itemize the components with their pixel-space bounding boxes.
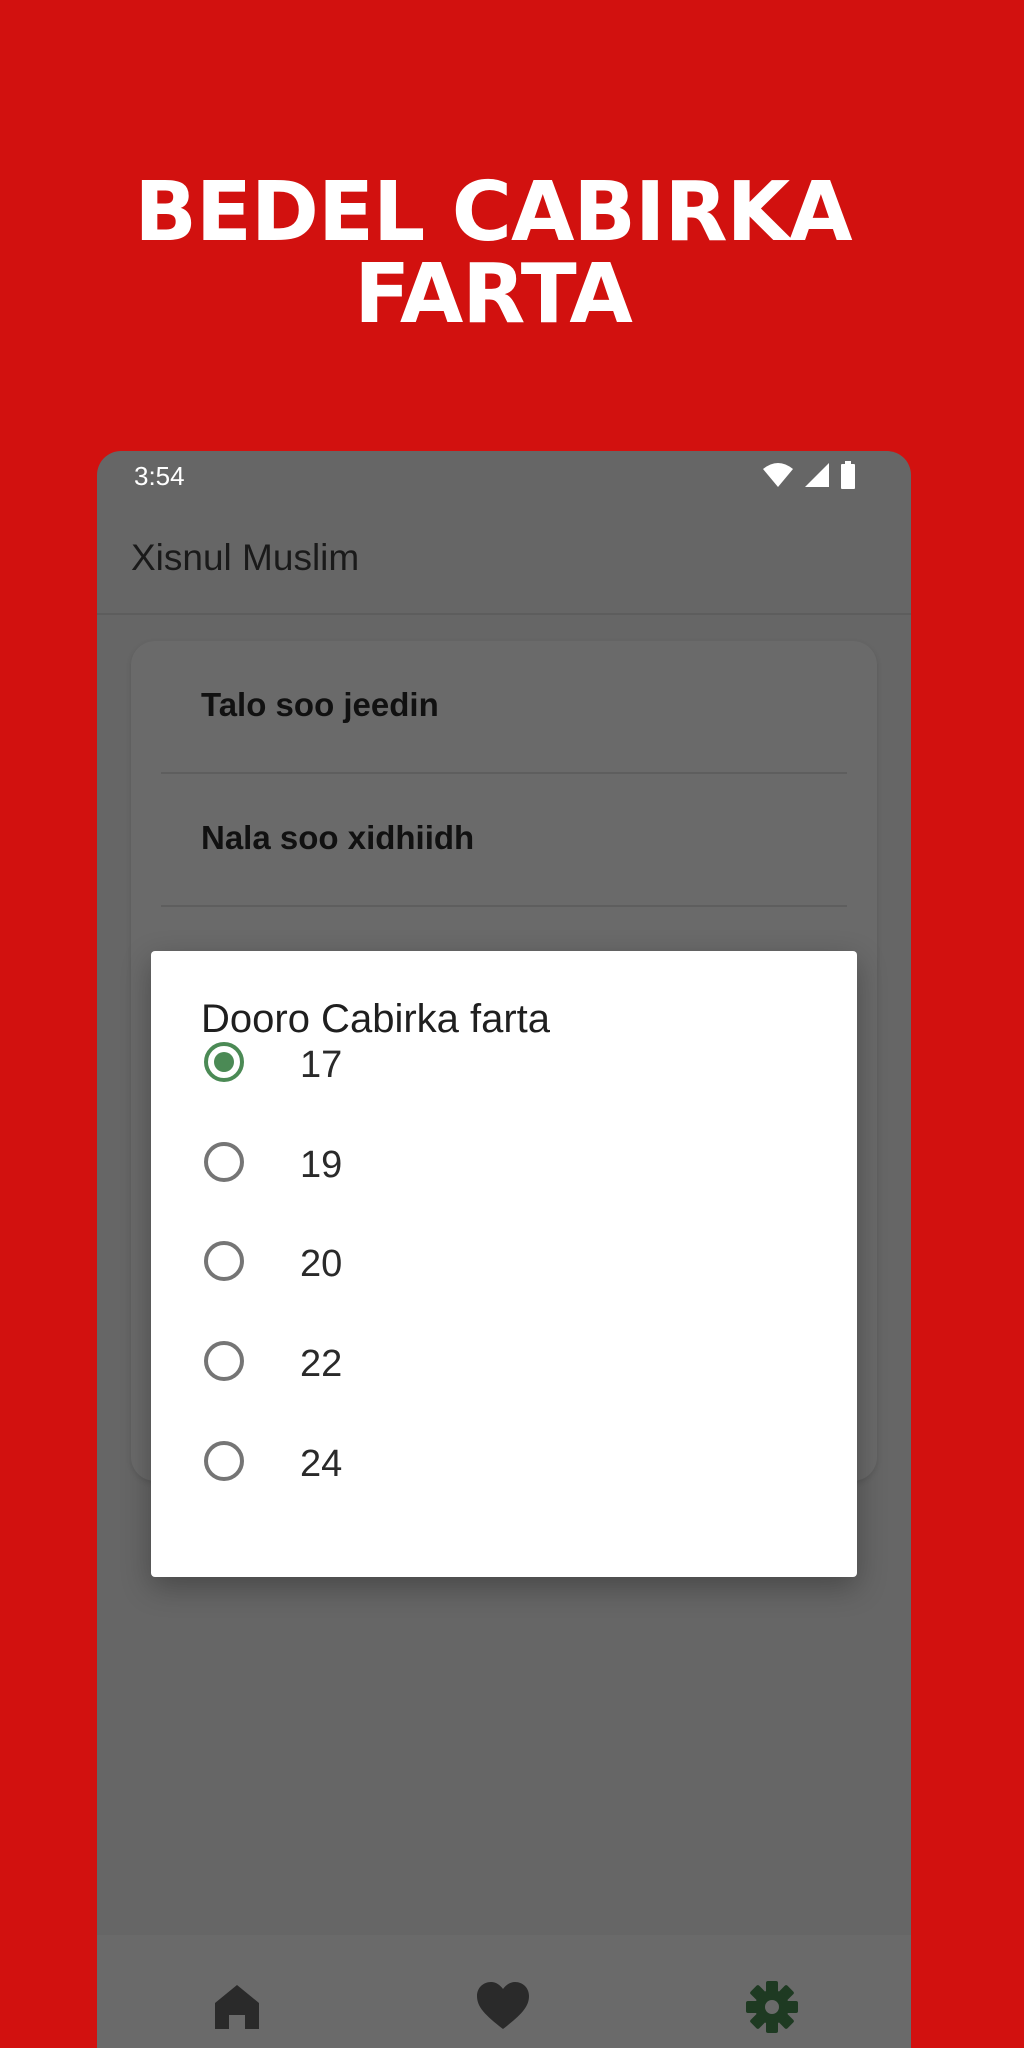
radio-unselected-icon[interactable] bbox=[204, 1142, 244, 1182]
option-label: 22 bbox=[300, 1343, 343, 1385]
app-bar: Xisnul Muslim bbox=[97, 509, 911, 615]
font-size-option-19[interactable]: 19 bbox=[151, 1112, 857, 1212]
home-icon[interactable] bbox=[209, 1979, 265, 2035]
font-size-dialog: Dooro Cabirka farta 17 19 20 22 24 bbox=[151, 951, 857, 1577]
promo-title-line2: FARTA bbox=[354, 247, 633, 342]
battery-icon bbox=[841, 461, 855, 489]
font-size-option-17[interactable]: 17 bbox=[151, 1012, 857, 1112]
app-title: Xisnul Muslim bbox=[131, 537, 360, 578]
font-size-option-24[interactable]: 24 bbox=[151, 1411, 857, 1511]
settings-item-label: Nala soo xidhiidh bbox=[201, 819, 475, 856]
promo-title-line1: BEDEL CABIRKA bbox=[134, 165, 852, 260]
heart-icon[interactable] bbox=[475, 1979, 531, 2035]
gear-icon[interactable] bbox=[744, 1979, 800, 2035]
radio-selected-icon[interactable] bbox=[204, 1042, 244, 1082]
status-icons bbox=[762, 461, 856, 489]
option-label: 20 bbox=[300, 1243, 343, 1285]
wifi-icon bbox=[763, 463, 793, 487]
status-bar: 3:54 bbox=[97, 451, 911, 501]
settings-item-feedback[interactable]: Talo soo jeedin bbox=[161, 641, 847, 774]
bottom-nav bbox=[97, 1935, 911, 2048]
radio-unselected-icon[interactable] bbox=[204, 1441, 244, 1481]
option-label: 17 bbox=[300, 1044, 343, 1086]
signal-icon bbox=[805, 463, 829, 487]
settings-item-label: Talo soo jeedin bbox=[201, 686, 439, 723]
option-label: 24 bbox=[300, 1443, 343, 1485]
radio-unselected-icon[interactable] bbox=[204, 1341, 244, 1381]
status-time: 3:54 bbox=[134, 461, 185, 491]
settings-item-contact[interactable]: Nala soo xidhiidh bbox=[161, 774, 847, 907]
font-size-option-22[interactable]: 22 bbox=[151, 1311, 857, 1411]
promo-title: BEDEL CABIRKA FARTA bbox=[0, 172, 986, 336]
radio-unselected-icon[interactable] bbox=[204, 1241, 244, 1281]
font-size-option-20[interactable]: 20 bbox=[151, 1211, 857, 1311]
option-label: 19 bbox=[300, 1144, 343, 1186]
